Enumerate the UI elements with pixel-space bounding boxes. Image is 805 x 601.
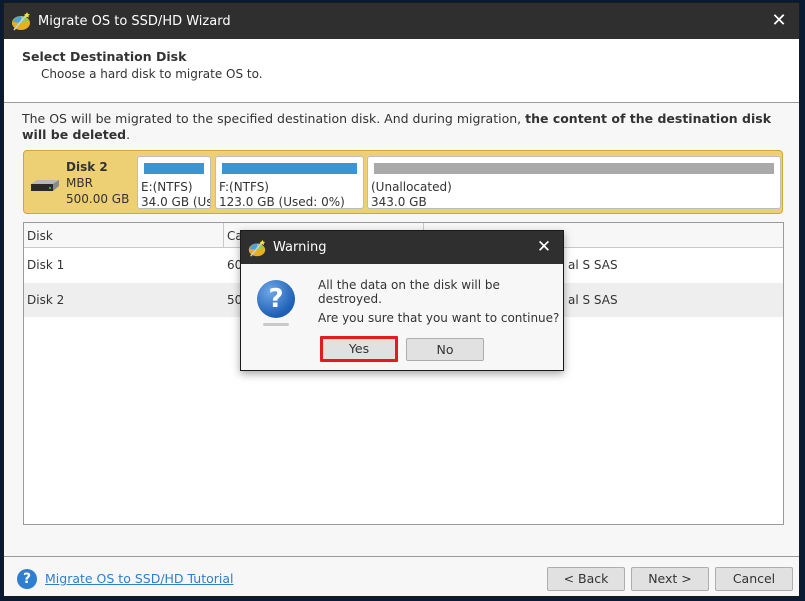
warning-dialog: Warning ✕ ? All the data on the disk wil…	[240, 230, 564, 371]
yes-button[interactable]: Yes	[320, 336, 398, 362]
app-logo-icon	[248, 239, 266, 257]
partition-usage-bar	[144, 163, 204, 174]
disk-map-selected[interactable]: Disk 2 MBR 500.00 GB E:(NTFS) 34.0 GB (U…	[23, 150, 783, 214]
disk-info: Disk 2 MBR 500.00 GB	[66, 159, 129, 207]
partition-detail: 343.0 GB	[371, 195, 427, 209]
partition-detail: 34.0 GB (Used: 0%)	[141, 195, 211, 209]
cell-disk: Disk 1	[27, 258, 65, 272]
dialog-close-button[interactable]: ✕	[533, 236, 555, 258]
partition-detail: 123.0 GB (Used: 0%)	[219, 195, 345, 209]
disk-name: Disk 2	[66, 160, 108, 174]
title-bar: Migrate OS to SSD/HD Wizard ✕	[4, 3, 799, 39]
partition-usage-bar	[222, 163, 357, 174]
page-title: Select Destination Disk	[22, 49, 187, 64]
disk-type: MBR	[66, 176, 93, 190]
notice-text: The OS will be migrated to the specified…	[22, 111, 526, 126]
no-button[interactable]: No	[406, 338, 484, 361]
window-title: Migrate OS to SSD/HD Wizard	[38, 13, 231, 29]
footer-divider	[4, 556, 799, 557]
question-icon: ?	[257, 280, 295, 318]
partition-unallocated[interactable]: (Unallocated) 343.0 GB	[367, 156, 781, 209]
hard-disk-icon	[31, 180, 59, 191]
question-icon-shadow	[263, 323, 289, 326]
cancel-button[interactable]: Cancel	[715, 567, 793, 591]
help-icon[interactable]: ?	[17, 569, 37, 589]
partition-label: E:(NTFS)	[141, 180, 193, 194]
tutorial-link[interactable]: Migrate OS to SSD/HD Tutorial	[45, 571, 233, 586]
close-icon: ✕	[771, 10, 787, 31]
partition-e[interactable]: E:(NTFS) 34.0 GB (Used: 0%)	[137, 156, 211, 209]
wizard-header: Select Destination Disk Choose a hard di…	[4, 39, 799, 103]
next-button[interactable]: Next >	[631, 567, 709, 591]
partition-label: (Unallocated)	[371, 180, 452, 194]
back-button[interactable]: < Back	[547, 567, 625, 591]
close-icon: ✕	[536, 237, 552, 257]
partition-usage-bar	[374, 163, 774, 174]
column-header-disk[interactable]: Disk	[24, 223, 224, 247]
dialog-title-bar: Warning ✕	[241, 231, 563, 264]
migration-notice: The OS will be migrated to the specified…	[22, 111, 772, 143]
cell-model: al S SAS	[568, 293, 618, 307]
close-button[interactable]: ✕	[767, 9, 791, 33]
disk-size: 500.00 GB	[66, 192, 130, 206]
dialog-message: All the data on the disk will be destroy…	[318, 278, 500, 306]
cell-model: al S SAS	[568, 258, 618, 272]
page-subtitle: Choose a hard disk to migrate OS to.	[41, 67, 263, 81]
dialog-title: Warning	[273, 240, 327, 255]
dialog-question: Are you sure that you want to continue?	[318, 311, 560, 325]
cell-disk: Disk 2	[27, 293, 65, 307]
partition-f[interactable]: F:(NTFS) 123.0 GB (Used: 0%)	[215, 156, 364, 209]
app-logo-icon	[12, 12, 30, 31]
partition-label: F:(NTFS)	[219, 180, 269, 194]
notice-end: .	[126, 127, 131, 142]
